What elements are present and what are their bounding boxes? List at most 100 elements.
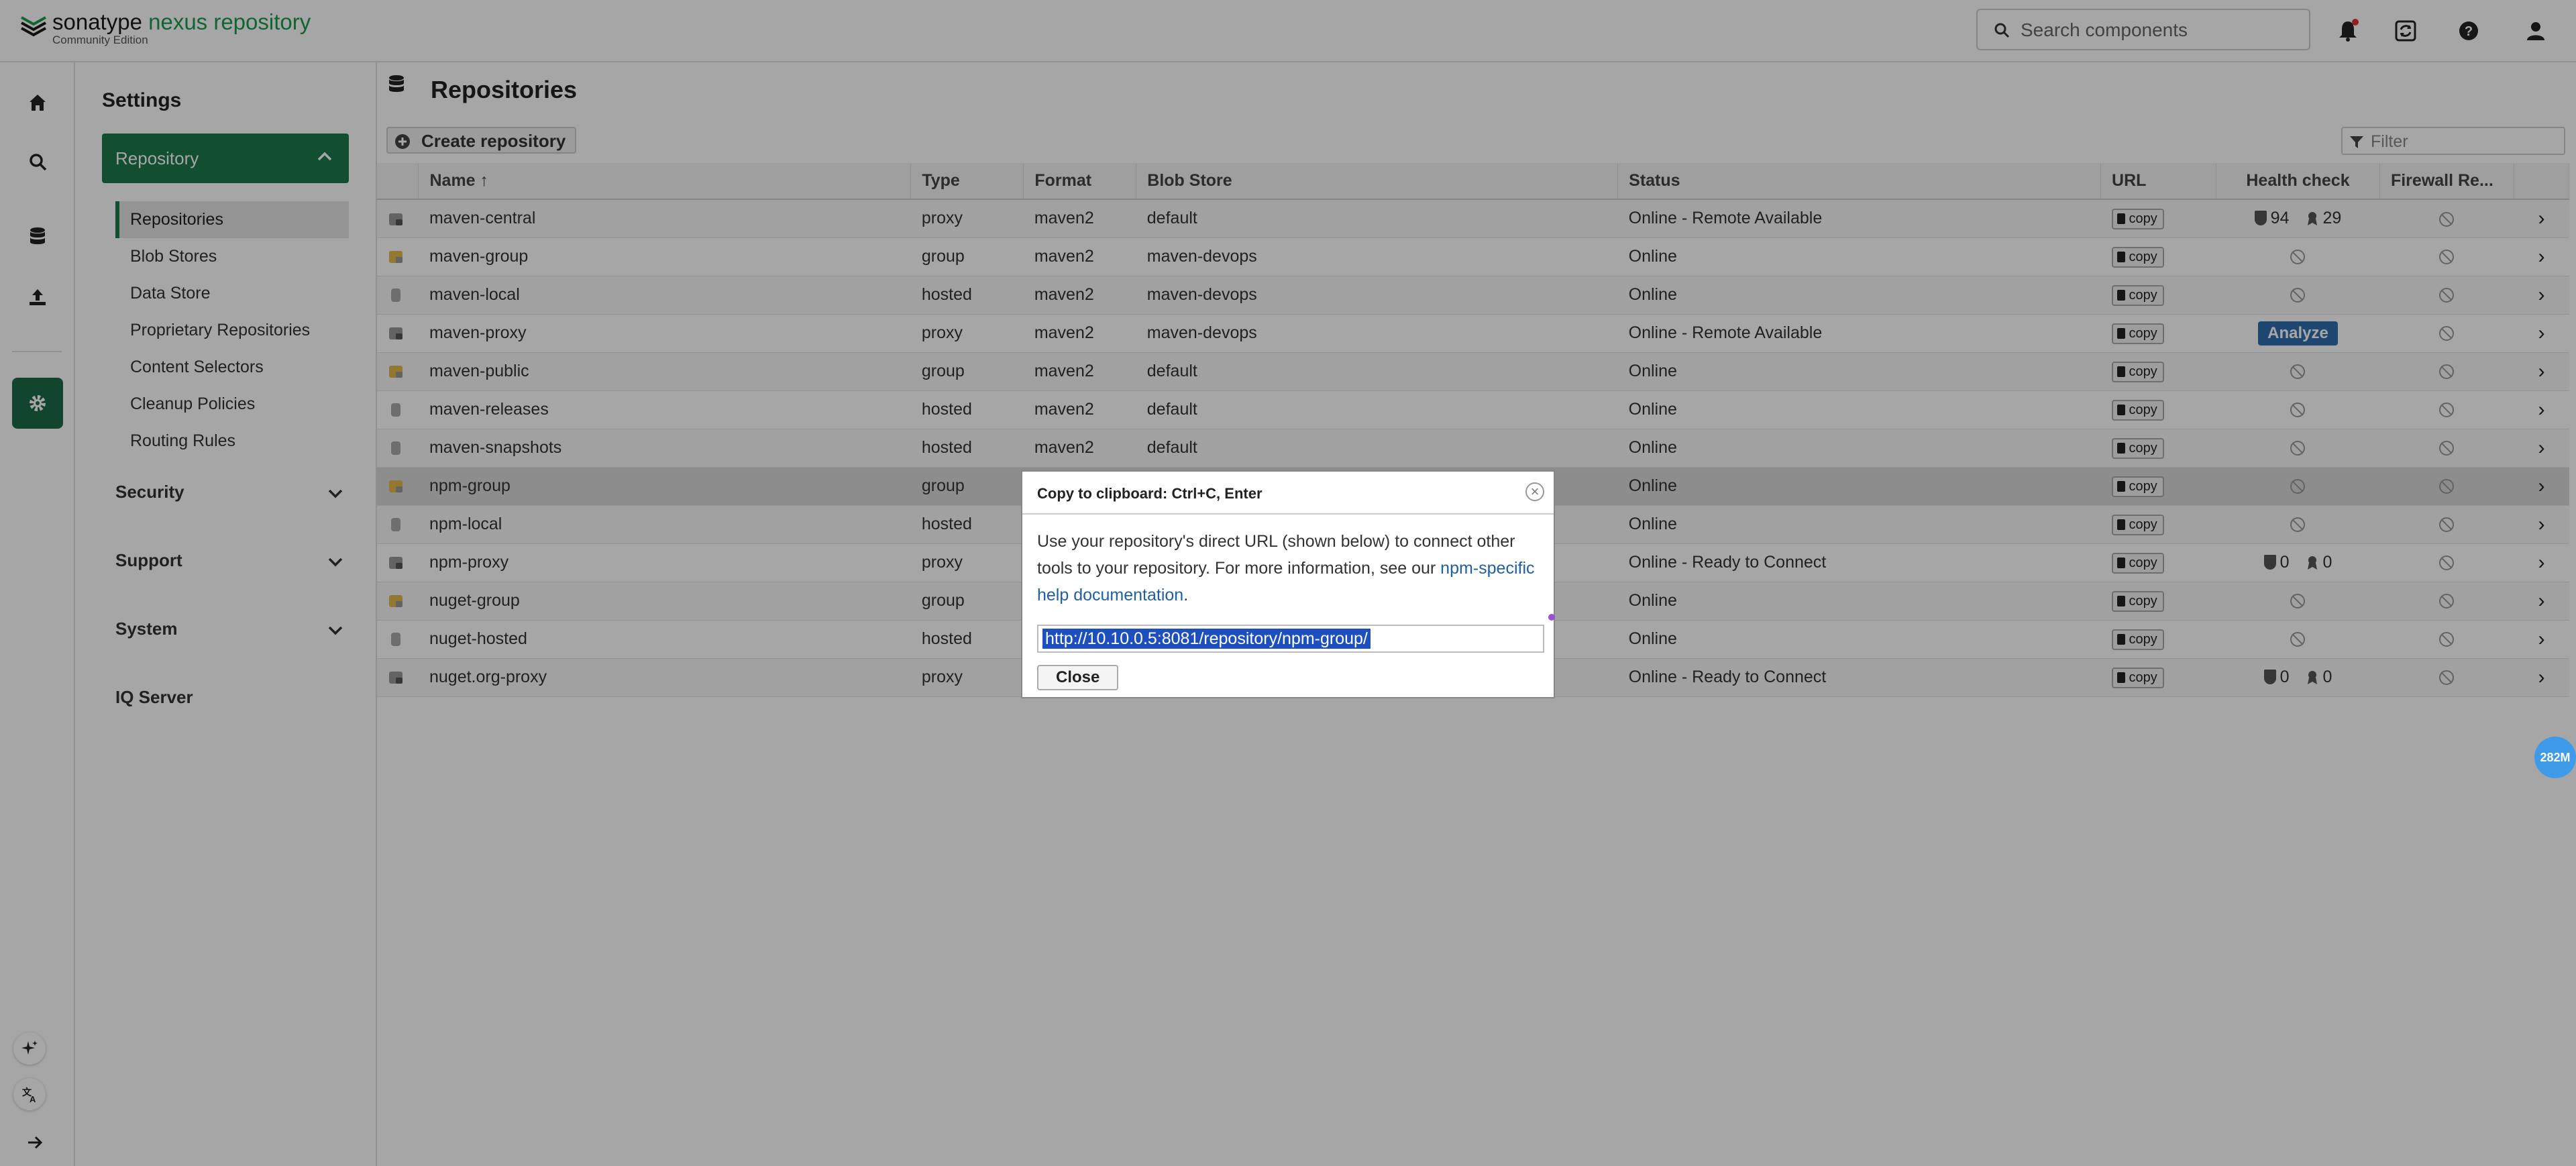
security-section-label: Security [115,482,184,502]
clipboard-icon [2116,480,2125,492]
health-check-cell [2216,390,2380,429]
table-row[interactable]: maven-group group maven2 maven-devops Online… [377,237,2569,276]
row-open-cell[interactable]: › [2514,276,2569,315]
nav-upload[interactable] [24,284,51,311]
firewall-cell [2379,467,2514,506]
repository-url-field[interactable]: http://10.10.0.5:8081/repository/npm-gro… [1037,625,1544,653]
security-count: 94 [2270,209,2290,228]
translate-button[interactable]: 文A [13,1078,46,1110]
help-button[interactable]: ? [2455,17,2482,44]
copy-url-button[interactable]: copy [2111,667,2164,688]
copy-url-button[interactable]: copy [2111,399,2164,421]
row-open-cell[interactable]: › [2514,199,2569,238]
col-type-header[interactable]: Type [910,163,1024,200]
ai-assistant-button[interactable] [13,1032,46,1065]
col-url-header[interactable]: URL [2100,163,2216,200]
row-open-cell[interactable]: › [2514,620,2569,659]
row-open-cell[interactable]: › [2514,543,2569,582]
repository-section-toggle[interactable]: Repository [102,134,349,183]
copy-url-button[interactable]: copy [2111,476,2164,497]
col-health-check-header[interactable]: Health check [2216,163,2380,200]
copy-label: copy [2129,325,2157,341]
hosted-repo-icon [391,633,400,647]
memory-usage-badge[interactable]: 282M [2534,737,2576,778]
table-row[interactable]: maven-local hosted maven2 maven-devops Onlin… [377,276,2569,315]
clipboard-icon [2116,633,2125,645]
security-section-toggle[interactable]: Security [115,482,343,509]
copy-url-button[interactable]: copy [2111,246,2164,268]
copy-url-button[interactable]: copy [2111,208,2164,229]
health-counts[interactable]: 94 29 [2254,209,2341,228]
settings-item-cleanup-policies[interactable]: Cleanup Policies [115,386,349,423]
table-row[interactable]: maven-public group maven2 default Online copy… [377,352,2569,391]
search-input[interactable] [2019,15,2304,45]
col-name-header[interactable]: Name ↑ [418,163,912,200]
row-open-cell[interactable]: › [2514,505,2569,544]
dialog-close-icon[interactable]: × [1525,482,1544,501]
database-icon [30,227,45,244]
health-counts[interactable]: 00 [2263,553,2332,572]
user-menu-button[interactable] [2522,17,2549,44]
settings-item-proprietary-repositories[interactable]: Proprietary Repositories [115,312,349,349]
row-open-cell[interactable]: › [2514,237,2569,276]
table-row[interactable]: maven-proxy proxy maven2 maven-devops Online… [377,314,2569,353]
resize-handle[interactable] [1548,614,1555,621]
not-available-icon [2439,403,2455,418]
col-firewall-header[interactable]: Firewall Re... [2379,163,2514,200]
firewall-cell [2379,505,2514,544]
row-open-cell[interactable]: › [2514,352,2569,391]
notifications-button[interactable] [2334,17,2361,44]
row-open-cell[interactable]: › [2514,429,2569,468]
copy-url-button[interactable]: copy [2111,590,2164,612]
settings-item-content-selectors[interactable]: Content Selectors [115,349,349,386]
clipboard-icon [2116,557,2125,568]
copy-url-button[interactable]: copy [2111,323,2164,344]
hosted-repo-icon [391,441,400,456]
settings-item-data-store[interactable]: Data Store [115,275,349,312]
health-check-cell: Analyze [2216,314,2380,353]
settings-item-blob-stores[interactable]: Blob Stores [115,238,349,275]
nav-home[interactable] [24,89,51,116]
create-repository-button[interactable]: Create repository [386,127,577,154]
expand-nav-button[interactable] [21,1129,48,1156]
row-open-cell[interactable]: › [2514,658,2569,697]
support-section-toggle[interactable]: Support [115,550,343,577]
copy-url-button[interactable]: copy [2111,514,2164,535]
copy-url-button[interactable]: copy [2111,552,2164,574]
copy-url-button[interactable]: copy [2111,437,2164,459]
table-row[interactable]: maven-releases hosted maven2 default Online c… [377,390,2569,429]
col-format-header[interactable]: Format [1023,163,1137,200]
copy-url-button[interactable]: copy [2111,361,2164,382]
dialog-close-button[interactable]: Close [1037,665,1119,690]
table-row[interactable]: maven-snapshots hosted maven2 default Online… [377,429,2569,468]
search-box[interactable] [1976,9,2310,50]
filter-box[interactable] [2341,127,2565,155]
table-row[interactable]: maven-central proxy maven2 default Online - … [377,199,2569,238]
analyze-button[interactable]: Analyze [2258,321,2338,346]
settings-item-routing-rules[interactable]: Routing Rules [115,423,349,460]
nav-browse[interactable] [24,223,51,250]
row-open-cell[interactable]: › [2514,314,2569,353]
copy-url-button[interactable]: copy [2111,284,2164,306]
row-open-cell[interactable]: › [2514,390,2569,429]
nav-settings[interactable] [12,378,63,429]
health-counts[interactable]: 00 [2263,668,2332,686]
row-open-cell[interactable]: › [2514,582,2569,621]
refresh-button[interactable] [2392,17,2419,44]
svg-text:?: ? [2465,24,2473,39]
hosted-repo-icon [391,403,400,417]
col-status-header[interactable]: Status [1617,163,2102,200]
filter-input[interactable] [2369,131,2560,152]
sparkle-icon [21,1041,38,1055]
row-open-cell[interactable]: › [2514,467,2569,506]
col-blob-store-header[interactable]: Blob Store [1136,163,1619,200]
not-available-icon [2439,517,2455,533]
nav-search[interactable] [24,148,51,175]
system-section-toggle[interactable]: System [115,619,343,645]
copy-url-button[interactable]: copy [2111,629,2164,650]
repo-format: maven2 [1023,314,1136,353]
settings-item-repositories[interactable]: Repositories [115,201,349,238]
repo-url-cell: copy [2100,314,2216,353]
chevron-right-icon: › [2538,513,2545,535]
iq-server-link[interactable]: IQ Server [115,687,343,714]
